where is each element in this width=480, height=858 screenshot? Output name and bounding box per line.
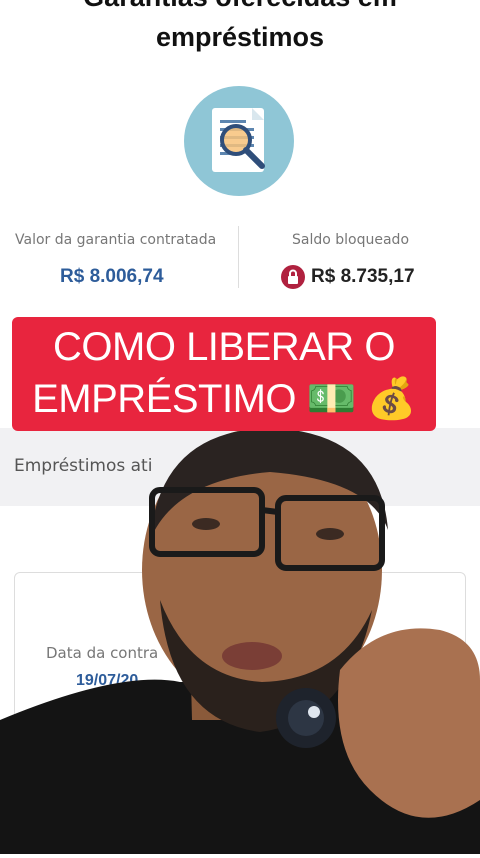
blocked-value: R$ 8.735,17 xyxy=(311,266,415,287)
banner-line2: EMPRÉSTIMO 💵 💰 xyxy=(32,377,416,421)
video-caption-banner: COMO LIBERAR O EMPRÉSTIMO 💵 💰 xyxy=(12,317,436,431)
guarantee-value: R$ 8.006,74 xyxy=(60,266,164,287)
stats-divider xyxy=(238,226,239,288)
blocked-label: Saldo bloqueado xyxy=(292,232,410,248)
banner-line1: COMO LIBERAR O xyxy=(53,325,395,369)
presenter-video xyxy=(0,420,480,854)
document-search-icon xyxy=(184,86,294,196)
guarantee-label: Valor da garantia contratada xyxy=(15,232,217,248)
page-title-line2: empréstimos xyxy=(155,22,325,52)
lock-icon xyxy=(281,265,305,289)
page-title-line1: Garantias oferecidas em xyxy=(0,0,480,13)
